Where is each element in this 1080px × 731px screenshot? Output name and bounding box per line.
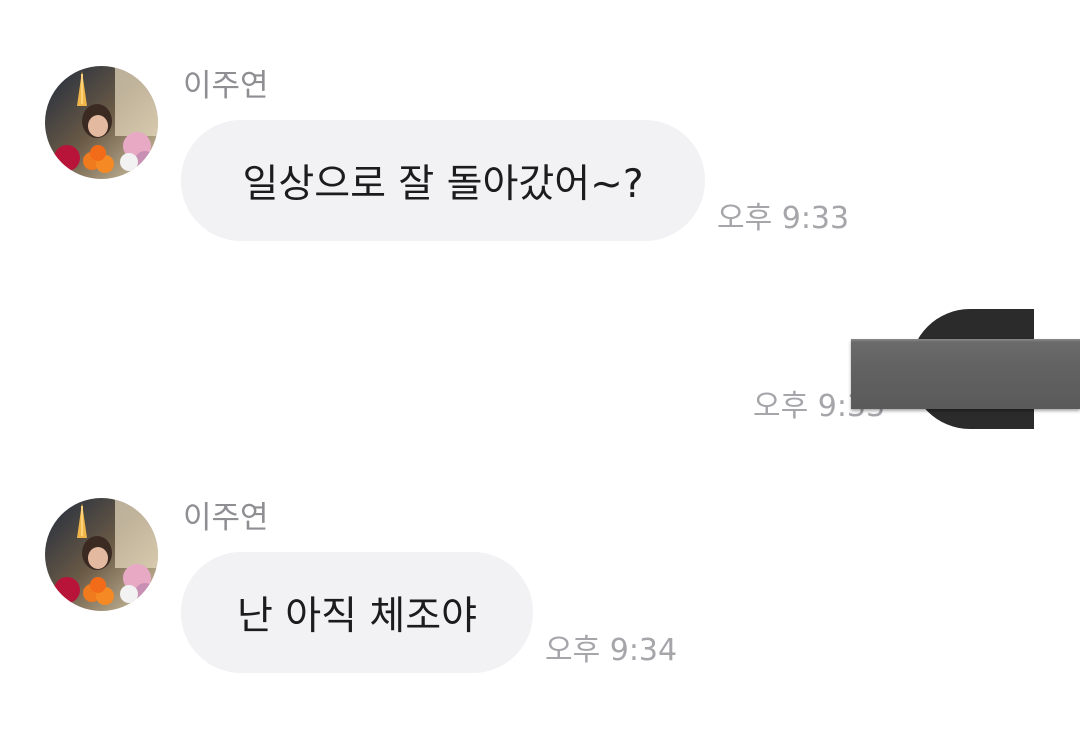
message-timestamp: 오후 9:34 bbox=[545, 633, 678, 668]
sender-avatar[interactable] bbox=[45, 66, 158, 179]
avatar-photo-icon bbox=[45, 498, 158, 611]
sender-name: 이주연 bbox=[183, 68, 269, 104]
redaction-bar bbox=[851, 339, 1080, 409]
avatar-photo-icon bbox=[45, 66, 158, 179]
message-text: 난 아직 체조야 bbox=[236, 593, 478, 639]
message-bubble[interactable]: 난 아직 체조야 bbox=[181, 552, 533, 673]
message-timestamp: 오후 9:33 bbox=[717, 201, 850, 236]
message-text: 일상으로 잘 돌아갔어~? bbox=[242, 161, 644, 207]
message-bubble[interactable]: 일상으로 잘 돌아갔어~? bbox=[181, 120, 705, 241]
sender-avatar[interactable] bbox=[45, 498, 158, 611]
sender-name: 이주연 bbox=[183, 500, 269, 536]
